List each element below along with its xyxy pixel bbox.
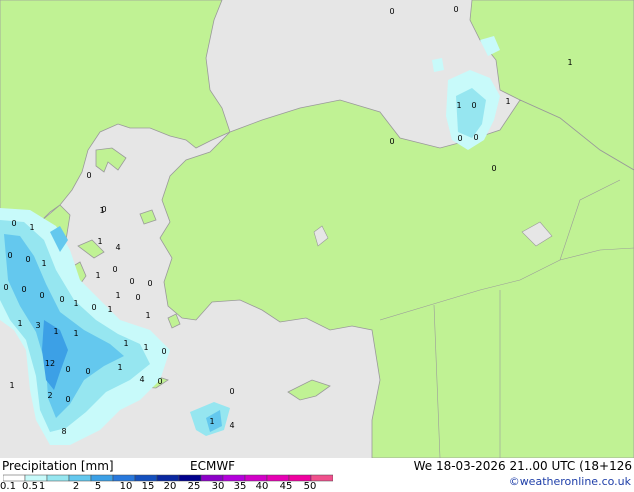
scale-swatch — [46, 474, 70, 482]
station-value: 0 — [91, 303, 96, 312]
station-value: 1 — [53, 327, 58, 336]
station-value: 0 — [453, 5, 458, 14]
station-value: 0 — [147, 279, 152, 288]
station-value: 1 — [117, 363, 122, 372]
scale-tick-label: 30 — [211, 481, 225, 492]
station-value: 0 — [25, 255, 30, 264]
station-value: 0 — [389, 137, 394, 146]
station-value: 0 — [65, 395, 70, 404]
station-value: 0 — [59, 295, 64, 304]
station-value: 0 — [471, 101, 476, 110]
station-value: 1 — [95, 271, 100, 280]
station-value: 0 — [85, 367, 90, 376]
scale-tick-label: 25 — [187, 481, 201, 492]
station-value: 1 — [41, 259, 46, 268]
station-value: 1 — [9, 381, 14, 390]
station-value: 0 — [135, 293, 140, 302]
station-value: 0 — [389, 7, 394, 16]
scale-tick-label: 45 — [279, 481, 293, 492]
scale-tick-label: 1 — [38, 481, 46, 492]
station-value: 1 — [145, 311, 150, 320]
station-value: 0 — [473, 133, 478, 142]
station-value: 0 — [11, 219, 16, 228]
station-value: 1 — [107, 305, 112, 314]
station-value: 1 — [456, 101, 461, 110]
station-value: 0 — [491, 164, 496, 173]
station-value: 4 — [115, 243, 120, 252]
scale-tick-label: 10 — [119, 481, 133, 492]
station-value: 0 — [21, 285, 26, 294]
station-value: 0 — [229, 387, 234, 396]
scale-tick-label: 20 — [163, 481, 177, 492]
station-value: 0 — [3, 283, 8, 292]
station-value: 4 — [229, 421, 234, 430]
scale-tick-label: 5 — [94, 481, 102, 492]
station-value: 0 — [86, 171, 91, 180]
station-value: 1 — [209, 417, 214, 426]
station-value: 0 — [157, 377, 162, 386]
station-value: 8 — [61, 427, 66, 436]
model-name: ECMWF — [190, 459, 236, 473]
scale-tick-label: 40 — [255, 481, 269, 492]
scale-tick-label: 2 — [72, 481, 80, 492]
scale-tick-label: 35 — [233, 481, 247, 492]
station-value: 1 — [73, 329, 78, 338]
station-value: 0 — [457, 134, 462, 143]
station-value: 3 — [35, 321, 40, 330]
station-value: 0 — [112, 265, 117, 274]
station-value: 1 — [567, 58, 572, 67]
station-value: 0 — [65, 365, 70, 374]
scale-tick-label: 0.5 — [22, 481, 38, 492]
map-figure: 0 0 1 1 1 0 0 0 0 0 0 1 0 1 1 1 4 0 0 1 0 0 0 0 0 0 0 1 0 1 1 1 3 1 1 1 1 0 12… — [0, 0, 634, 492]
station-value: 0 — [7, 251, 12, 260]
legend-bar: Precipitation [mm] ECMWF We 18-03-2026 2… — [0, 458, 634, 492]
station-value: 1 — [73, 299, 78, 308]
scale-tick-label: 0.1 — [0, 481, 16, 492]
station-value: 1 — [17, 319, 22, 328]
station-value: 4 — [139, 375, 144, 384]
station-value: 2 — [47, 391, 52, 400]
station-value: 0 — [129, 277, 134, 286]
scale-tick-label: 15 — [141, 481, 155, 492]
station-value: 12 — [45, 359, 55, 368]
station-value: 0 — [161, 347, 166, 356]
station-value: 1 — [29, 223, 34, 232]
station-value: 1 — [505, 97, 510, 106]
credit-link[interactable]: ©weatheronline.co.uk — [509, 475, 631, 489]
station-value: 0 — [39, 291, 44, 300]
legend-title: Precipitation [mm] — [2, 459, 114, 473]
precipitation-map: 0 0111 00 0 00010 11140 0100 00 00 0 1 0 111 31 11 1 012… — [0, 0, 634, 458]
forecast-datetime: We 18-03-2026 21..00 UTC (18+126 — [413, 459, 632, 473]
station-value: 1 — [123, 339, 128, 348]
station-value: 1 — [115, 291, 120, 300]
station-value: 0 — [101, 205, 106, 214]
station-value: 1 — [97, 237, 102, 246]
station-value: 1 — [143, 343, 148, 352]
scale-tick-label: 50 — [303, 481, 317, 492]
